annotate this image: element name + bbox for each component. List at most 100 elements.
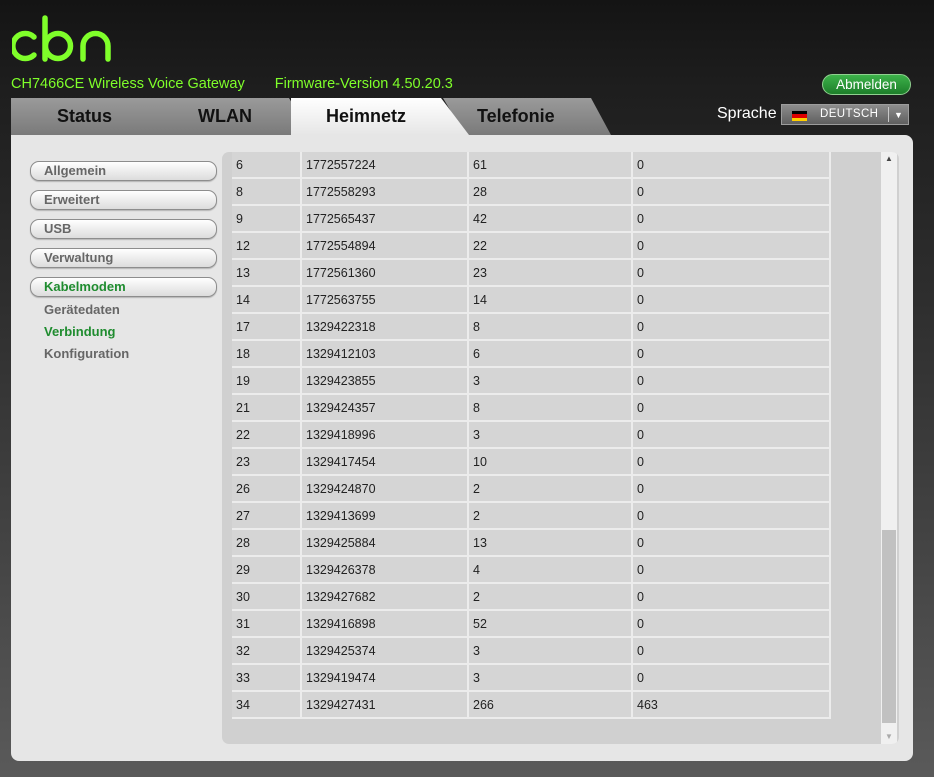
table-row: 22 1329418996 3 0 (232, 422, 831, 449)
table-cell: 0 (633, 287, 831, 314)
table-cell: 0 (633, 476, 831, 503)
table-cell: 30 (232, 584, 302, 611)
table-row: 34 1329427431 266 463 (232, 692, 831, 719)
table-cell: 0 (633, 368, 831, 395)
table-cell: 28 (232, 530, 302, 557)
language-selected: DEUTSCH (820, 108, 879, 120)
sidebar-item-usb[interactable]: USB (30, 219, 217, 239)
table-cell: 0 (633, 260, 831, 287)
table-cell: 0 (633, 395, 831, 422)
table-cell: 0 (633, 611, 831, 638)
language-select[interactable]: DEUTSCH ▼ (781, 104, 909, 125)
content-panel: 6 1772557224 61 0 8 1772558293 28 0 9 1772565437 4… (222, 152, 899, 744)
sidebar-item-erweitert[interactable]: Erweitert (30, 190, 217, 210)
tab-wlan[interactable]: WLAN (161, 98, 311, 135)
logout-button[interactable]: Abmelden (822, 74, 911, 95)
table-cell: 0 (633, 665, 831, 692)
table-cell: 1772565437 (302, 206, 469, 233)
table-cell: 1772554894 (302, 233, 469, 260)
table-cell: 26 (232, 476, 302, 503)
table-cell: 1772558293 (302, 179, 469, 206)
table-row: 26 1329424870 2 0 (232, 476, 831, 503)
main-tabs: Status WLAN Telefonie Heimnetz (11, 98, 611, 135)
table-row: 14 1772563755 14 0 (232, 287, 831, 314)
table-cell: 4 (469, 557, 633, 584)
language-label: Sprache (717, 105, 777, 122)
sidebar-item-allgemein[interactable]: Allgemein (30, 161, 217, 181)
sidebar-subitem-verbindung[interactable]: Verbindung (44, 324, 116, 339)
table-row: 28 1329425884 13 0 (232, 530, 831, 557)
sidebar-subitem-geraetedaten[interactable]: Gerätedaten (44, 302, 120, 317)
scrollbar[interactable]: ▲ ▼ (881, 152, 897, 744)
tab-status[interactable]: Status (11, 98, 191, 135)
table-cell: 1329413699 (302, 503, 469, 530)
table-cell: 14 (469, 287, 633, 314)
table-cell: 18 (232, 341, 302, 368)
table-cell: 1329417454 (302, 449, 469, 476)
table-cell: 0 (633, 233, 831, 260)
table-cell: 31 (232, 611, 302, 638)
table-cell: 0 (633, 530, 831, 557)
table-cell: 0 (633, 503, 831, 530)
scroll-down-icon[interactable]: ▼ (881, 730, 897, 744)
device-info: CH7466CE Wireless Voice Gateway Firmware… (11, 76, 453, 92)
table-cell: 0 (633, 179, 831, 206)
table-cell: 1772561360 (302, 260, 469, 287)
table-cell: 1329427431 (302, 692, 469, 719)
table-cell: 0 (633, 557, 831, 584)
table-cell: 17 (232, 314, 302, 341)
table-cell: 29 (232, 557, 302, 584)
sidebar-subitem-konfiguration[interactable]: Konfiguration (44, 346, 129, 361)
table-cell: 8 (469, 314, 633, 341)
select-divider (888, 107, 889, 122)
table-cell: 13 (232, 260, 302, 287)
table-row: 9 1772565437 42 0 (232, 206, 831, 233)
table-row: 33 1329419474 3 0 (232, 665, 831, 692)
table-cell: 14 (232, 287, 302, 314)
table-cell: 2 (469, 503, 633, 530)
table-cell: 0 (633, 341, 831, 368)
channel-table: 6 1772557224 61 0 8 1772558293 28 0 9 1772565437 4… (232, 152, 831, 719)
scroll-thumb[interactable] (882, 530, 896, 723)
table-cell: 463 (633, 692, 831, 719)
table-cell: 23 (232, 449, 302, 476)
table-cell: 27 (232, 503, 302, 530)
table-cell: 23 (469, 260, 633, 287)
table-cell: 6 (469, 341, 633, 368)
table-row: 30 1329427682 2 0 (232, 584, 831, 611)
cbn-logo (12, 15, 111, 62)
table-cell: 0 (633, 206, 831, 233)
table-cell: 0 (633, 584, 831, 611)
table-cell: 12 (232, 233, 302, 260)
chevron-down-icon[interactable]: ▼ (894, 110, 903, 120)
de-flag-icon (792, 111, 807, 121)
tab-heimnetz[interactable]: Heimnetz (291, 98, 469, 135)
table-cell: 1329423855 (302, 368, 469, 395)
table-cell: 32 (232, 638, 302, 665)
table-cell: 2 (469, 476, 633, 503)
table-row: 13 1772561360 23 0 (232, 260, 831, 287)
table-cell: 266 (469, 692, 633, 719)
model-name: CH7466CE Wireless Voice Gateway (11, 76, 245, 92)
table-cell: 22 (469, 233, 633, 260)
table-cell: 1329416898 (302, 611, 469, 638)
table-cell: 1329412103 (302, 341, 469, 368)
table-cell: 3 (469, 368, 633, 395)
table-cell: 8 (232, 179, 302, 206)
table-cell: 3 (469, 638, 633, 665)
table-row: 29 1329426378 4 0 (232, 557, 831, 584)
table-cell: 1329419474 (302, 665, 469, 692)
firmware-version: Firmware-Version 4.50.20.3 (274, 76, 453, 92)
sidebar-item-kabelmodem[interactable]: Kabelmodem (30, 277, 217, 297)
table-row: 27 1329413699 2 0 (232, 503, 831, 530)
table-cell: 1329418996 (302, 422, 469, 449)
table-row: 31 1329416898 52 0 (232, 611, 831, 638)
tab-telefonie[interactable]: Telefonie (443, 98, 611, 135)
table-cell: 0 (633, 422, 831, 449)
scroll-up-icon[interactable]: ▲ (881, 152, 897, 166)
table-cell: 9 (232, 206, 302, 233)
table-cell: 3 (469, 665, 633, 692)
table-row: 6 1772557224 61 0 (232, 152, 831, 179)
sidebar-item-verwaltung[interactable]: Verwaltung (30, 248, 217, 268)
main-panel: Allgemein Erweitert USB Verwaltung Kabel… (11, 135, 913, 761)
